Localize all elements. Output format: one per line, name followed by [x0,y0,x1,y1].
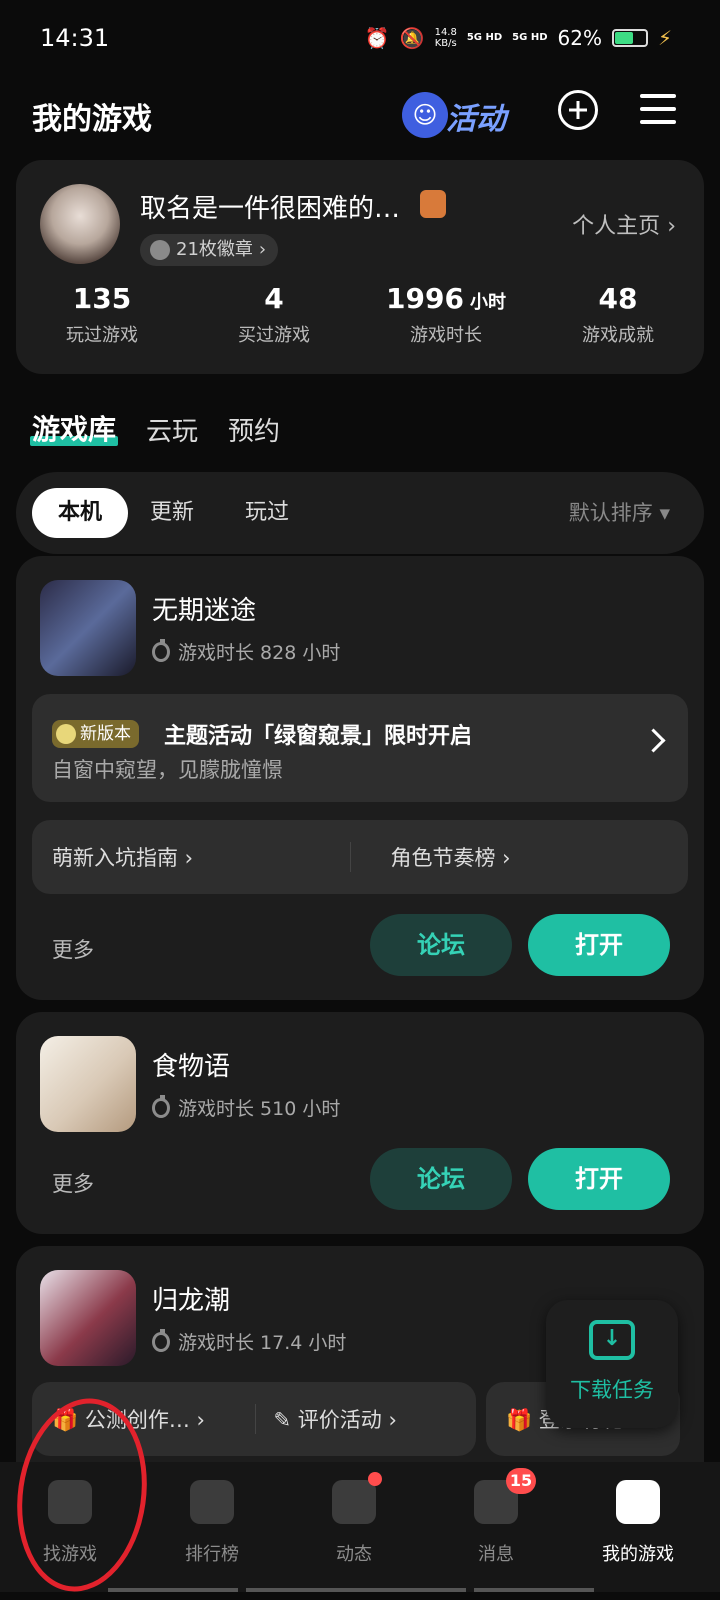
battery-percent: 62% [557,26,602,50]
more-link[interactable]: 更多 [52,1168,94,1198]
game-name[interactable]: 归龙潮 [152,1280,230,1317]
chip-update[interactable]: 更新 [150,488,194,538]
status-icons: ⏰ 🔕 14.8 KB/s 5G HD 5G HD 62% ⚡ [365,26,672,50]
timer-icon [152,638,170,662]
gesture-bar [108,1588,238,1592]
user-badge-icon [420,190,446,218]
chip-local[interactable]: 本机 [32,488,129,538]
tab-cloud[interactable]: 云玩 [146,411,198,448]
charging-icon: ⚡ [657,26,672,50]
messages-icon: 15 [474,1468,536,1524]
alarm-icon: ⏰ [364,26,390,50]
message-count-badge: 15 [506,1468,536,1494]
timer-icon [152,1094,170,1118]
gesture-bar [474,1588,594,1592]
more-link[interactable]: 更多 [52,934,94,964]
open-button[interactable]: 打开 [528,1148,670,1210]
network-speed: 14.8 KB/s [434,27,457,49]
activity-badge-icon: ☺ [402,92,448,138]
medals-button[interactable]: 21枚徽章 › [140,234,279,266]
link-newbie-guide[interactable]: 萌新入坑指南 › [32,842,350,872]
chevron-right-icon: › [258,239,267,260]
status-bar: 14:31 ⏰ 🔕 14.8 KB/s 5G HD 5G HD 62% ⚡ [0,0,720,80]
filter-bar: 本机 更新 玩过 默认排序 ▾ [16,472,704,554]
my-games-icon [616,1480,660,1524]
stat-achievements[interactable]: 48 游戏成就 [532,282,704,347]
battery-icon [611,29,648,47]
stat-playtime[interactable]: 1996 小时 游戏时长 [360,282,532,347]
chevron-right-icon: › [667,214,676,239]
activity-button[interactable]: ☺ 活动 [402,86,522,140]
page-title: 我的游戏 [32,102,152,137]
notice-title: 主题活动「绿窗窥景」限时开启 [164,724,473,749]
nav-my-games[interactable]: 我的游戏 [568,1480,708,1566]
mute-icon: 🔕 [399,26,425,50]
nav-rankings[interactable]: 排行榜 [142,1480,282,1566]
forum-button[interactable]: 论坛 [370,1148,512,1210]
chevron-right-icon [641,728,666,753]
forum-button[interactable]: 论坛 [370,914,512,976]
nav-feed[interactable]: 动态 [284,1472,424,1566]
stat-bought[interactable]: 4 买过游戏 [188,282,360,347]
new-version-badge: 新版本 [52,720,139,748]
open-button[interactable]: 打开 [528,914,670,976]
rankings-icon [190,1480,234,1524]
game-icon[interactable] [40,1270,136,1366]
tab-library[interactable]: 游戏库 [29,408,119,448]
status-time: 14:31 [40,24,110,52]
game-icon[interactable] [40,580,136,676]
add-button[interactable] [558,90,598,130]
menu-icon[interactable] [640,94,676,124]
link-tier-list[interactable]: 角色节奏榜 › [349,842,689,872]
quick-links: 萌新入坑指南 › 角色节奏榜 › [32,820,688,894]
library-tabs: 游戏库 云玩 预约 [29,398,280,448]
medal-icon [150,240,170,260]
game-card: 无期迷途 游戏时长 828 小时 新版本 主题活动「绿窗窥景」限时开启 自窗中窥… [16,556,704,1000]
game-icon[interactable] [40,1036,136,1132]
signal-1-icon: 5G HD [466,32,503,43]
download-icon [589,1320,635,1360]
nav-messages[interactable]: 15 消息 [426,1468,566,1566]
download-task-button[interactable]: 下载任务 [546,1300,678,1428]
profile-card: 取名是一件很困难的… 21枚徽章 › 个人主页 › 135 玩过游戏 4 买过游… [16,160,704,374]
game-name[interactable]: 无期迷途 [152,590,256,627]
page-header: 我的游戏 ☺ 活动 [0,86,720,140]
notice-subtitle: 自窗中窥望，见朦胧憧憬 [52,758,283,782]
notification-dot [368,1472,382,1486]
activity-label: 活动 [446,102,506,137]
update-notice[interactable]: 新版本 主题活动「绿窗窥景」限时开启 自窗中窥望，见朦胧憧憬 [32,694,688,802]
stats-row: 135 玩过游戏 4 买过游戏 1996 小时 游戏时长 48 游戏成就 [16,282,704,347]
timer-icon [152,1328,170,1352]
link-review-event[interactable]: ✎ 评价活动 › [254,1404,477,1434]
download-label: 下载任务 [570,1378,654,1402]
sort-dropdown[interactable]: 默认排序 ▾ [569,488,670,538]
gesture-bar [246,1588,466,1592]
stat-played[interactable]: 135 玩过游戏 [16,282,188,347]
homepage-link[interactable]: 个人主页 › [572,208,676,240]
user-name[interactable]: 取名是一件很困难的… [140,188,400,225]
feed-icon [332,1472,382,1524]
signal-2-icon: 5G HD [512,32,548,43]
game-playtime: 游戏时长 828 小时 [152,638,340,665]
medals-label: 21枚徽章 [176,239,253,260]
game-playtime: 游戏时长 17.4 小时 [152,1328,346,1355]
game-playtime: 游戏时长 510 小时 [152,1094,340,1121]
game-name[interactable]: 食物语 [152,1046,230,1083]
tab-reserve[interactable]: 预约 [228,411,280,448]
game-card: 食物语 游戏时长 510 小时 更多 论坛 打开 [16,1012,704,1234]
chip-played[interactable]: 玩过 [245,488,289,538]
avatar[interactable] [40,184,120,264]
